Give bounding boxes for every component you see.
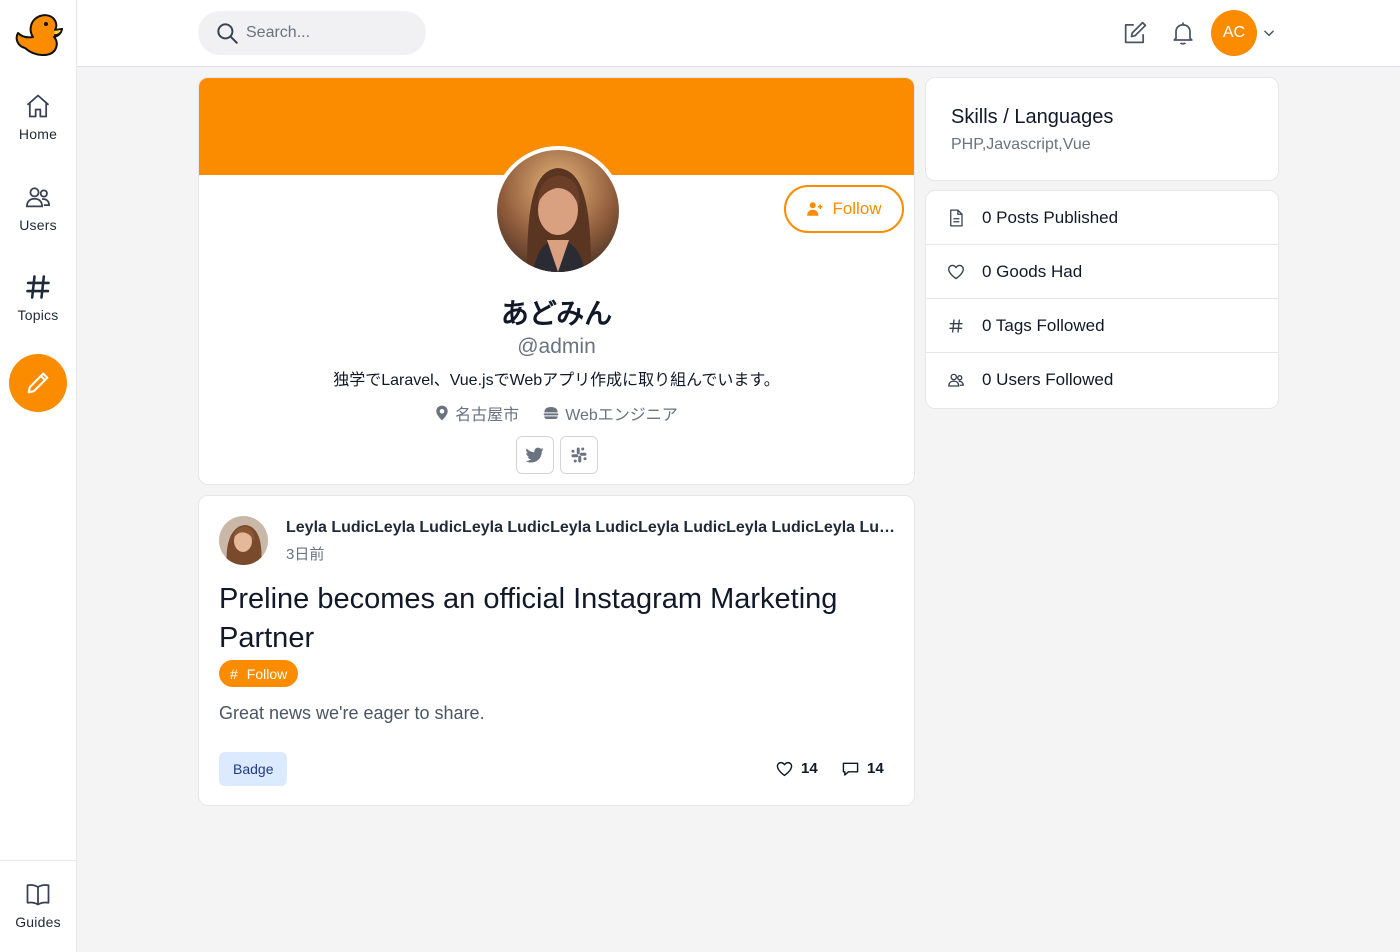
post-excerpt: Great news we're eager to share. (219, 703, 485, 723)
stat-text: 0 Posts Published (982, 207, 1119, 227)
compose-button[interactable] (9, 354, 67, 412)
stat-users-followed: 0 Users Followed (926, 353, 1278, 407)
document-icon (946, 208, 966, 227)
top-bar: AC (77, 0, 1400, 67)
stat-text: 0 Users Followed (982, 370, 1114, 389)
post-badge[interactable]: Badge (219, 752, 288, 786)
stats-card: 0 Posts Published 0 Goods Had 0 Tags Fol… (925, 190, 1279, 409)
profile-bio: 独学でLaravel、Vue.jsでWebアプリ作成に取り組んでいます。 (333, 372, 780, 389)
stat-text: 0 Goods Had (982, 261, 1083, 281)
profile-name: あどみん (500, 298, 613, 329)
nav-item-topics[interactable]: Topics (0, 273, 76, 323)
follow-tag-label: Follow (246, 665, 288, 682)
nav-item-label: Guides (15, 914, 61, 930)
users-icon (24, 183, 52, 211)
duck-logo-icon[interactable] (13, 10, 63, 58)
hamburger-icon (543, 406, 559, 420)
profile-location-text: 名古屋市 (455, 407, 520, 424)
profile-avatar (493, 146, 623, 276)
user-plus-icon (806, 200, 824, 218)
slack-icon (570, 446, 588, 464)
comment-count: 14 (867, 760, 884, 777)
twitter-link[interactable] (515, 436, 554, 474)
sidebar-divider (0, 860, 76, 861)
edit-icon[interactable] (1121, 19, 1149, 47)
search-input[interactable] (246, 24, 406, 42)
bell-icon[interactable] (1169, 19, 1197, 47)
stat-text: 0 Tags Followed (982, 315, 1105, 335)
nav-item-label: Home (18, 126, 58, 142)
pencil-icon (24, 369, 52, 397)
stat-goods-had: 0 Goods Had (926, 245, 1278, 299)
follow-user-label: Follow (832, 199, 882, 218)
like-button[interactable]: 14 (776, 760, 818, 777)
map-pin-icon (435, 405, 449, 421)
heart-icon (776, 761, 793, 777)
profile-meta: 名古屋市 Webエンジニア (199, 401, 914, 425)
profile-handle: @admin (517, 335, 596, 358)
post-author-name[interactable]: Leyla LudicLeyla LudicLeyla LudicLeyla L… (286, 519, 898, 537)
heart-icon (946, 264, 966, 280)
twitter-icon (525, 447, 544, 463)
profile-card: Follow あどみん @admin 独学でLaravel、Vue.jsでWeb… (198, 77, 915, 485)
user-avatar[interactable]: AC (1211, 10, 1257, 56)
slack-link[interactable] (559, 436, 598, 474)
stat-tags-followed: 0 Tags Followed (926, 299, 1278, 353)
home-icon (24, 92, 52, 120)
nav-item-label: Users (19, 217, 57, 233)
profile-socials (199, 436, 914, 474)
profile-location: 名古屋市 (435, 401, 519, 425)
post-timestamp: 3日前 (286, 546, 325, 563)
skills-title: Skills / Languages (951, 106, 1114, 128)
post-card: Leyla LudicLeyla LudicLeyla LudicLeyla L… (198, 495, 915, 806)
hashtag-icon: # (230, 665, 238, 682)
follow-user-button[interactable]: Follow (784, 185, 904, 233)
sidebar: Home Users Topics Guides (0, 0, 77, 952)
comment-icon (842, 761, 859, 777)
nav-item-label: Topics (17, 307, 59, 323)
like-count: 14 (801, 760, 818, 777)
skills-card: Skills / Languages PHP,Javascript,Vue (925, 77, 1279, 181)
hashtag-icon (24, 273, 52, 301)
chevron-down-icon[interactable] (1262, 26, 1276, 40)
book-icon (24, 880, 52, 908)
post-title[interactable]: Preline becomes an official Instagram Ma… (219, 580, 899, 658)
nav-item-users[interactable]: Users (0, 183, 76, 233)
stat-posts-published: 0 Posts Published (926, 191, 1278, 245)
post-author-avatar[interactable] (219, 516, 268, 565)
hashtag-icon (946, 317, 966, 335)
nav-item-guides[interactable]: Guides (0, 880, 76, 930)
search-box[interactable] (198, 11, 426, 55)
profile-job: Webエンジニア (543, 401, 678, 425)
users-icon (946, 371, 966, 389)
follow-tag-button[interactable]: # Follow (219, 660, 299, 687)
search-icon (214, 20, 240, 46)
skills-value: PHP,Javascript,Vue (951, 136, 1091, 153)
comment-button[interactable]: 14 (842, 760, 884, 777)
profile-job-text: Webエンジニア (565, 407, 678, 424)
nav-item-home[interactable]: Home (0, 92, 76, 142)
